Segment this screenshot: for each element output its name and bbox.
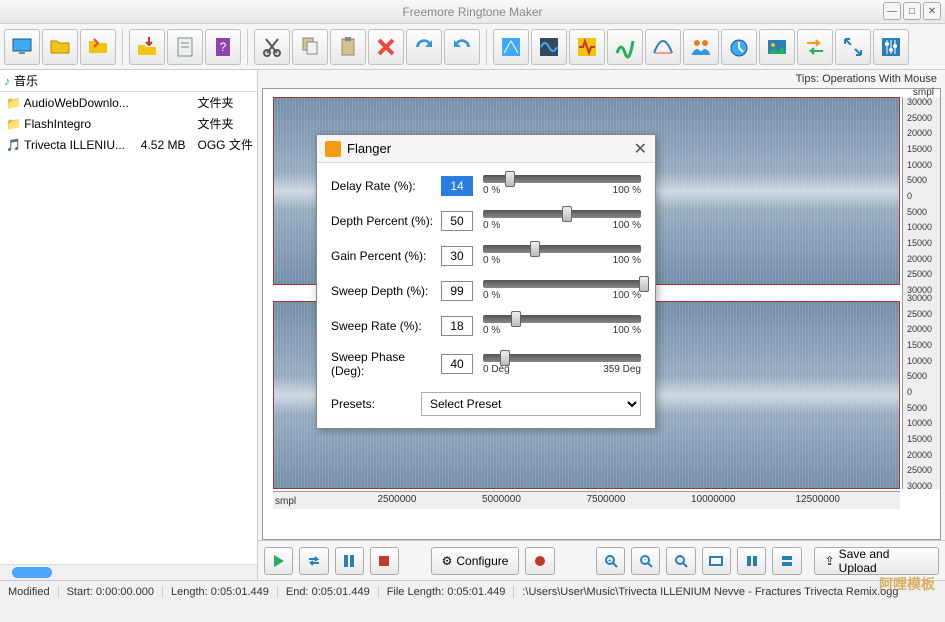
monitor-icon[interactable] [4,29,40,65]
file-row[interactable]: 📁 FlashIntegro文件夹 [0,113,257,134]
status-end: End: 0:05:01.449 [278,586,379,598]
zoom-fit-button[interactable] [666,547,695,575]
statusbar: Modified Start: 0:00:00.000 Length: 0:05… [0,580,945,602]
copy-icon[interactable] [292,29,328,65]
flanger-dialog: Flanger ✕ Delay Rate (%): 0 %100 % Depth… [316,134,656,429]
param-input[interactable] [441,176,473,196]
param-slider[interactable] [483,280,641,288]
param-input[interactable] [441,281,473,301]
effect2-icon[interactable] [531,29,567,65]
stop-button[interactable] [370,547,399,575]
param-input[interactable] [441,211,473,231]
amplitude-ruler: 3000025000200001500010000500005000100001… [902,97,940,489]
param-row: Depth Percent (%): 0 %100 % [331,210,641,231]
status-file-length: File Length: 0:05:01.449 [379,586,515,598]
save-upload-button[interactable]: ⇪Save and Upload [814,547,939,575]
document-icon[interactable] [167,29,203,65]
param-slider[interactable] [483,210,641,218]
param-label: Sweep Rate (%): [331,319,441,333]
equalizer-icon[interactable] [873,29,909,65]
param-label: Sweep Depth (%): [331,284,441,298]
svg-text:?: ? [220,40,227,54]
pause-button[interactable] [335,547,364,575]
paste-icon[interactable] [330,29,366,65]
file-icon: 🎵 [6,138,21,152]
undo-icon[interactable] [406,29,442,65]
folder-icon: 📁 [6,96,21,110]
close-button[interactable]: ✕ [923,2,941,20]
breadcrumb-label: 音乐 [14,72,38,89]
effect1-icon[interactable] [493,29,529,65]
loop-button[interactable] [299,547,328,575]
help-icon[interactable]: ? [205,29,241,65]
convert-icon[interactable] [797,29,833,65]
effect4-icon[interactable] [607,29,643,65]
time-ruler: 2500000500000075000001000000012500000 [273,491,900,509]
param-label: Depth Percent (%): [331,214,441,228]
param-input[interactable] [441,246,473,266]
zoom-selection-button[interactable] [702,547,731,575]
svg-text:+: + [607,556,612,565]
users-icon[interactable] [683,29,719,65]
status-modified: Modified [0,586,59,598]
param-row: Sweep Rate (%): 0 %100 % [331,315,641,336]
presets-select[interactable]: Select Preset [421,392,641,416]
view1-button[interactable] [737,547,766,575]
redo-icon[interactable] [444,29,480,65]
sidebar-scrollbar[interactable] [0,564,257,580]
dialog-icon [325,141,341,157]
cut-icon[interactable] [254,29,290,65]
file-browser: ♪ 音乐 📁 AudioWebDownlo...文件夹📁 FlashIntegr… [0,70,258,580]
folder-icon: 📁 [6,117,21,131]
status-start: Start: 0:00:00.000 [59,586,163,598]
maximize-button[interactable]: □ [903,2,921,20]
play-button[interactable] [264,547,293,575]
view2-button[interactable] [772,547,801,575]
zoom-out-button[interactable]: - [631,547,660,575]
main-toolbar: ? [0,24,945,70]
breadcrumb[interactable]: ♪ 音乐 [0,70,257,92]
tips-label: Tips: Operations With Mouse [258,70,945,88]
music-note-icon: ♪ [4,74,10,88]
param-label: Gain Percent (%): [331,249,441,263]
expand-icon[interactable] [835,29,871,65]
file-row[interactable]: 🎵 Trivecta ILLENIU...4.52 MBOGG 文件 [0,134,257,155]
svg-text:-: - [644,555,647,564]
app-title: Freemore Ringtone Maker [402,5,542,19]
param-label: Delay Rate (%): [331,179,441,193]
record-button[interactable] [525,547,554,575]
status-path: :\Users\User\Music\Trivecta ILLENIUM Nev… [514,586,945,598]
param-row: Delay Rate (%): 0 %100 % [331,175,641,196]
dialog-close-button[interactable]: ✕ [634,139,647,159]
param-slider[interactable] [483,175,641,183]
zoom-in-button[interactable]: + [596,547,625,575]
upload-icon: ⇪ [825,554,835,568]
param-slider[interactable] [483,354,641,362]
param-slider[interactable] [483,245,641,253]
titlebar: Freemore Ringtone Maker — □ ✕ [0,0,945,24]
open-audio-icon[interactable] [80,29,116,65]
param-input[interactable] [441,354,473,374]
delete-icon[interactable] [368,29,404,65]
configure-button[interactable]: ⚙Configure [431,547,520,575]
param-row: Sweep Depth (%): 0 %100 % [331,280,641,301]
file-row[interactable]: 📁 AudioWebDownlo...文件夹 [0,92,257,113]
presets-label: Presets: [331,397,421,411]
effect5-icon[interactable] [645,29,681,65]
image-icon[interactable] [759,29,795,65]
transport-bar: ⚙Configure + - ⇪Save and Upload [258,540,945,580]
gear-icon: ⚙ [442,554,453,568]
open-folder-icon[interactable] [42,29,78,65]
param-row: Gain Percent (%): 0 %100 % [331,245,641,266]
param-input[interactable] [441,316,473,336]
minimize-button[interactable]: — [883,2,901,20]
export-icon[interactable] [129,29,165,65]
param-label: Sweep Phase (Deg): [331,350,441,378]
param-slider[interactable] [483,315,641,323]
param-row: Sweep Phase (Deg): 0 Deg359 Deg [331,350,641,378]
effect3-icon[interactable] [569,29,605,65]
status-length: Length: 0:05:01.449 [163,586,278,598]
timer-icon[interactable] [721,29,757,65]
dialog-title: Flanger [347,141,391,156]
